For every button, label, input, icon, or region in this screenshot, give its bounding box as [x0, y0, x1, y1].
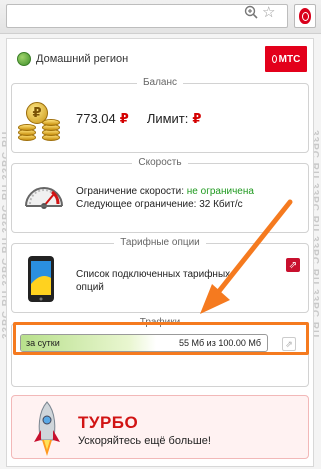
speed-limit-label: Ограничение скорости:	[76, 186, 184, 197]
traffic-amount: 55 Мб из 100.00 Мб	[179, 338, 261, 348]
mts-extension-button[interactable]	[294, 4, 316, 28]
star-icon[interactable]: ☆	[262, 3, 275, 21]
mts-egg-icon	[299, 8, 311, 24]
tariff-options-panel: Тарифные опции Список подключенных тариф…	[11, 237, 309, 313]
brand-label: МТС	[278, 53, 301, 65]
tariff-title: Тарифные опции	[114, 237, 206, 248]
speed-title: Скорость	[132, 157, 188, 168]
home-region: Домашний регион	[17, 51, 128, 67]
ruble-coin-icon: ₽	[26, 102, 48, 124]
traffic-title: Трафики	[133, 317, 187, 328]
turbo-banner[interactable]: ТУРБО Ускоряйтесь ещё больше!	[11, 395, 309, 459]
next-limit-label: Следующее ограничение:	[76, 199, 197, 210]
speed-info: Ограничение скорости: не ограничена След…	[76, 185, 254, 211]
mts-egg-icon	[271, 55, 277, 63]
next-limit-value: 32 Кбит/с	[199, 199, 243, 210]
mts-popup: Домашний регион МТС Баланс ₽ 773.04 ₽ Ли…	[6, 38, 314, 467]
rocket-icon	[34, 401, 60, 456]
traffic-link-icon[interactable]: ⇗	[282, 337, 296, 351]
smartphone-icon	[28, 256, 54, 302]
turbo-title: ТУРБО	[78, 413, 139, 432]
balance-title: Баланс	[136, 77, 184, 88]
open-link-icon[interactable]: ⇗	[286, 258, 300, 272]
turbo-subtitle: Ускоряйтесь ещё больше!	[78, 435, 211, 447]
region-label: Домашний регион	[36, 53, 129, 65]
globe-icon	[17, 52, 31, 66]
mts-logo: МТС	[265, 46, 307, 72]
traffic-period: за сутки	[26, 338, 60, 348]
browser-toolbar: ☆	[0, 0, 321, 34]
coins-icon: ₽	[18, 100, 64, 142]
speedometer-icon	[25, 187, 63, 209]
magnifier-plus-icon[interactable]	[244, 5, 258, 19]
balance-panel: Баланс ₽ 773.04 ₽ Лимит: ₽	[11, 77, 309, 153]
speed-panel: Скорость Ограничение скорости: не ограни…	[11, 157, 309, 233]
traffic-progress-bar: за сутки 55 Мб из 100.00 Мб	[20, 334, 268, 352]
balance-currency: ₽	[119, 111, 129, 126]
speed-limit-value: не ограничена	[186, 186, 254, 197]
tariff-options-link[interactable]: Список подключенных тарифных опций	[76, 268, 256, 294]
traffic-panel: Трафики за сутки 55 Мб из 100.00 Мб ⇗	[11, 317, 309, 387]
balance-amount: 773.04	[76, 111, 116, 126]
limit-currency: ₽	[192, 111, 202, 126]
limit-label: Лимит:	[146, 111, 189, 126]
balance-row: 773.04 ₽ Лимит: ₽	[76, 111, 201, 127]
